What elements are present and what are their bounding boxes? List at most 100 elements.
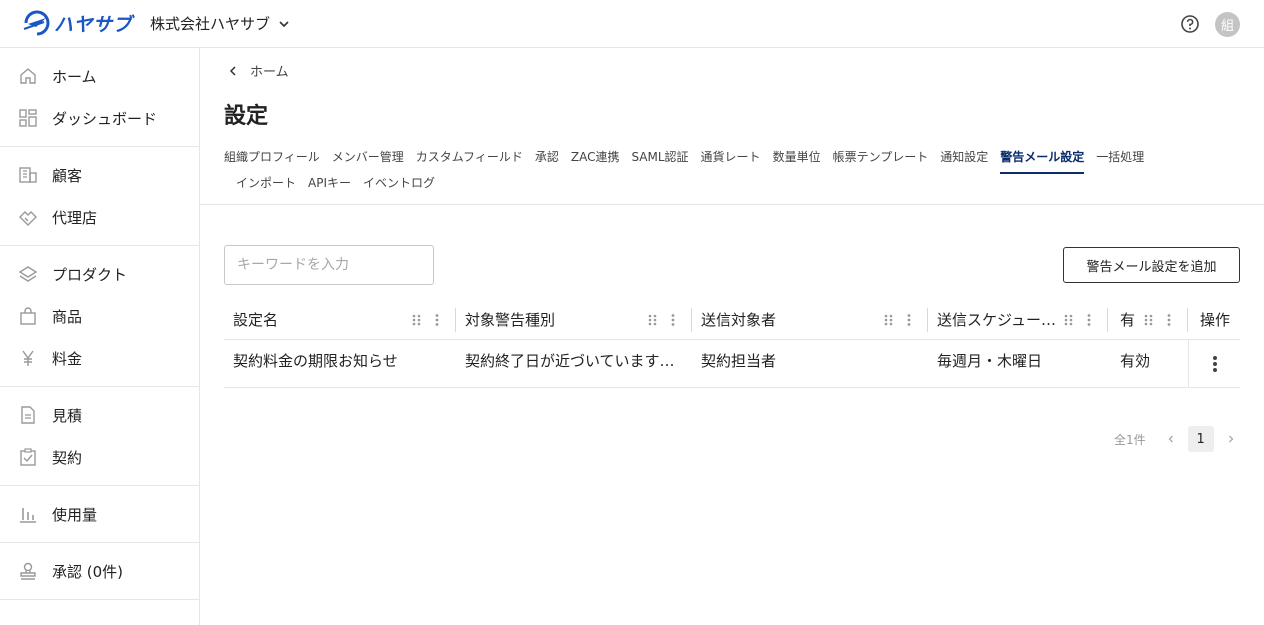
column-label: 対象警告種別	[465, 311, 556, 329]
clipboard-check-icon	[18, 447, 38, 467]
breadcrumb[interactable]: ホーム	[228, 61, 289, 80]
bar-chart-icon	[18, 504, 38, 524]
yen-icon	[18, 348, 38, 368]
tab-approval[interactable]: 承認	[535, 146, 559, 172]
column-label: 設定名	[233, 311, 279, 329]
home-icon	[18, 66, 38, 86]
column-menu-icon[interactable]	[666, 313, 680, 327]
sidebar-item-customers[interactable]: 顧客	[0, 154, 199, 196]
sidebar-item-quotes[interactable]: 見積	[0, 394, 199, 436]
tab-custom-fields[interactable]: カスタムフィールド	[416, 146, 523, 172]
table-body: 契約料金の期限お知らせ 契約終了日が近づいています… 契約担当者 毎週月・木曜日…	[224, 339, 1240, 388]
tab-members[interactable]: メンバー管理	[332, 146, 404, 172]
column-header-schedule: 送信スケジュー…	[928, 300, 1108, 340]
table-row[interactable]: 契約料金の期限お知らせ 契約終了日が近づいています… 契約担当者 毎週月・木曜日…	[224, 339, 1240, 388]
column-header-actions: 操作	[1188, 300, 1240, 340]
cell-actions	[1188, 339, 1240, 388]
drag-handle-icon[interactable]	[882, 313, 896, 327]
building-icon	[18, 165, 38, 185]
cell-name: 契約料金の期限お知らせ	[233, 351, 398, 370]
drag-handle-icon[interactable]	[646, 313, 660, 327]
sidebar-item-approval[interactable]: 承認 (0件)	[0, 550, 199, 592]
company-name: 株式会社ハヤサブ	[150, 15, 271, 33]
nav-group-approval: 承認 (0件)	[0, 543, 199, 600]
sidebar-item-agencies[interactable]: 代理店	[0, 196, 199, 238]
tab-import[interactable]: インポート	[236, 172, 296, 198]
sidebar-item-label: ダッシュボード	[52, 109, 158, 128]
main-content: ホーム 設定 組織プロフィール メンバー管理 カスタムフィールド 承認 ZAC連…	[200, 48, 1264, 625]
tab-notification[interactable]: 通知設定	[940, 146, 988, 172]
tab-api-key[interactable]: APIキー	[308, 172, 351, 198]
sidebar-item-home[interactable]: ホーム	[0, 55, 199, 97]
tab-quantity-unit[interactable]: 数量単位	[773, 146, 821, 172]
sidebar-item-label: プロダクト	[52, 265, 128, 284]
column-menu-icon[interactable]	[902, 313, 916, 327]
avatar[interactable]: 組	[1215, 12, 1240, 37]
layers-icon	[18, 264, 38, 284]
tab-saml[interactable]: SAML認証	[631, 146, 688, 172]
sidebar-item-label: 使用量	[52, 505, 98, 524]
tab-org-profile[interactable]: 組織プロフィール	[224, 146, 320, 172]
column-header-enabled: 有	[1108, 300, 1188, 340]
nav-group-partners: 顧客 代理店	[0, 147, 199, 246]
tab-currency-rate[interactable]: 通貨レート	[701, 146, 761, 172]
page-button-current[interactable]: 1	[1187, 426, 1214, 452]
handshake-icon	[18, 207, 38, 227]
pagination-total: 全1件	[1114, 432, 1146, 447]
column-label: 送信対象者	[701, 311, 777, 329]
sidebar-item-label: 料金	[52, 349, 83, 368]
sidebar-item-items[interactable]: 商品	[0, 295, 199, 337]
chevron-down-icon	[279, 20, 289, 27]
sidebar-item-label: 顧客	[52, 166, 83, 185]
sidebar-item-label: 代理店	[52, 208, 98, 227]
cell-recipient: 契約担当者	[701, 351, 777, 370]
help-icon[interactable]	[1180, 14, 1200, 34]
company-switcher[interactable]: 株式会社ハヤサブ	[150, 13, 290, 34]
logo-mark-icon	[23, 10, 50, 36]
tab-zac[interactable]: ZAC連携	[571, 146, 620, 172]
sidebar-item-label: 商品	[52, 307, 83, 326]
column-header-recipient: 送信対象者	[692, 300, 928, 340]
page-title: 設定	[224, 104, 269, 129]
chevron-right-icon[interactable]	[1226, 434, 1236, 444]
drag-handle-icon[interactable]	[410, 313, 424, 327]
tabs-divider	[200, 204, 1264, 205]
nav-group-sales: 見積 契約	[0, 387, 199, 486]
column-label: 送信スケジュー…	[937, 311, 1056, 329]
sidebar-item-products[interactable]: プロダクト	[0, 253, 199, 295]
column-header-alert-type: 対象警告種別	[456, 300, 692, 340]
column-menu-icon[interactable]	[1082, 313, 1096, 327]
status-badge: 有効	[1120, 351, 1151, 370]
app-logo[interactable]: ハヤサブ	[22, 9, 132, 37]
pagination: 全1件 1	[1114, 426, 1236, 452]
sidebar-item-label: 見積	[52, 406, 83, 425]
search-input[interactable]	[224, 245, 434, 285]
stamp-icon	[18, 561, 38, 581]
nav-group-usage: 使用量	[0, 486, 199, 543]
cell-schedule: 毎週月・木曜日	[937, 351, 1043, 370]
logo-text: ハヤサブ	[54, 13, 133, 36]
tab-row-2: インポート APIキー イベントログ	[224, 172, 1244, 198]
sidebar-item-pricing[interactable]: 料金	[0, 337, 199, 379]
breadcrumb-home: ホーム	[250, 65, 289, 80]
tab-form-template[interactable]: 帳票テンプレート	[833, 146, 929, 172]
more-vertical-icon[interactable]	[1205, 354, 1225, 374]
chevron-left-icon[interactable]	[1166, 434, 1176, 444]
sidebar-item-contracts[interactable]: 契約	[0, 436, 199, 478]
nav-group-products: プロダクト 商品 料金	[0, 246, 199, 387]
document-icon	[18, 405, 38, 425]
dashboard-icon	[18, 108, 38, 128]
column-menu-icon[interactable]	[1162, 313, 1176, 327]
sidebar-item-dashboard[interactable]: ダッシュボード	[0, 97, 199, 139]
alert-mail-table: 設定名 対象警告種別 送信対象者 送信スケジュー… 有 操作 契約料金の期限お知…	[224, 300, 1240, 388]
tab-event-log[interactable]: イベントログ	[363, 172, 435, 198]
add-alert-mail-button[interactable]: 警告メール設定を追加	[1063, 247, 1240, 283]
drag-handle-icon[interactable]	[1142, 313, 1156, 327]
column-menu-icon[interactable]	[430, 313, 444, 327]
tab-bulk[interactable]: 一括処理	[1096, 146, 1144, 172]
sidebar-item-label: 承認 (0件)	[52, 562, 124, 581]
tab-alert-mail[interactable]: 警告メール設定	[1000, 146, 1085, 174]
drag-handle-icon[interactable]	[1062, 313, 1076, 327]
tab-row-1: 組織プロフィール メンバー管理 カスタムフィールド 承認 ZAC連携 SAML認…	[224, 146, 1244, 174]
sidebar-item-usage[interactable]: 使用量	[0, 493, 199, 535]
